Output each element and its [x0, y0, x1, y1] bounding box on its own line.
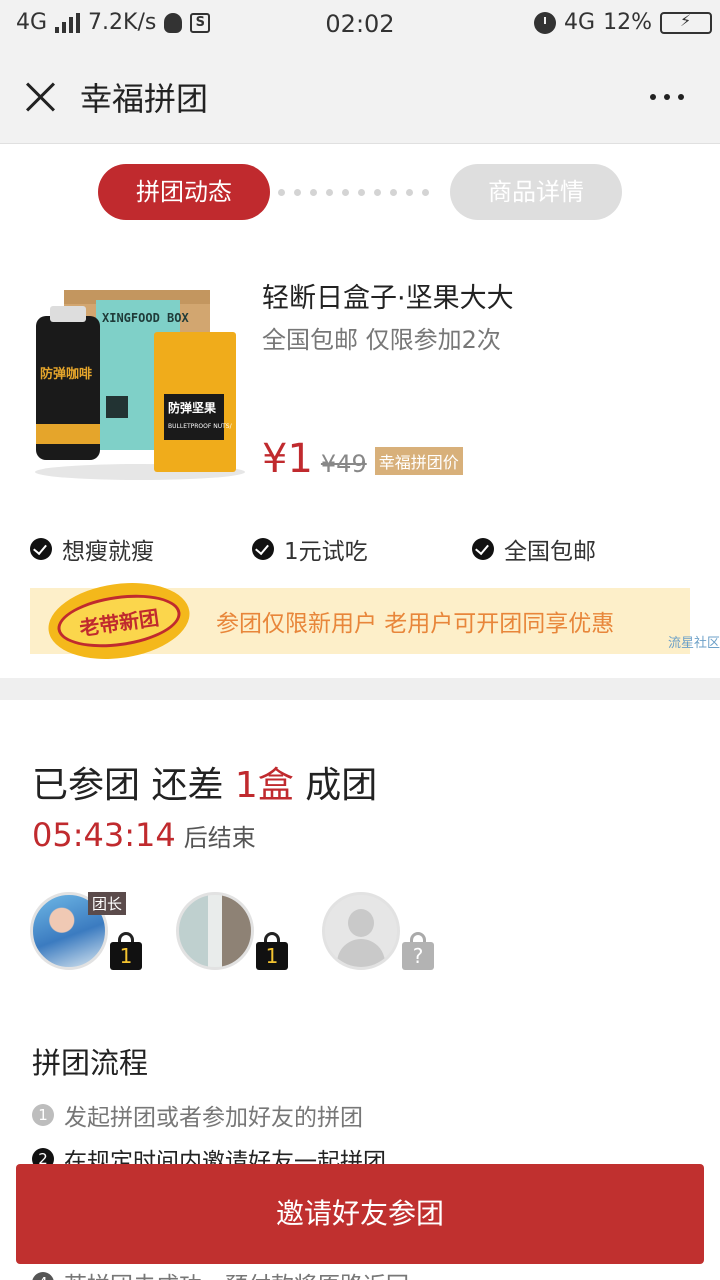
group-status-pre: 已参团 还差 — [32, 765, 235, 806]
feature-list: 想瘦就瘦 1元试吃 全国包邮 — [30, 532, 690, 566]
feature-item: 1元试吃 — [252, 532, 368, 566]
bag-icon: 1 — [110, 932, 142, 970]
check-icon — [30, 538, 52, 560]
process-step: 1 发起拼团或者参加好友的拼团 — [32, 1098, 363, 1132]
product-subtitle: 全国包邮 仅限参加2次 — [262, 326, 501, 354]
process-step: 4 若拼团未成功，预付款将原路返回 — [32, 1266, 409, 1280]
step-text: 若拼团未成功，预付款将原路返回 — [64, 1266, 409, 1280]
bag-count: ? — [402, 942, 434, 970]
avatar[interactable] — [176, 892, 254, 970]
bag-count: 1 — [256, 942, 288, 970]
feature-item: 全国包邮 — [472, 532, 596, 566]
step-number: 4 — [32, 1272, 54, 1280]
countdown-timer: 05:43:14 — [32, 816, 176, 854]
feature-label: 1元试吃 — [284, 539, 368, 565]
original-price: ¥49 — [320, 450, 367, 478]
page-title: 幸福拼团 — [80, 80, 209, 118]
check-icon — [472, 538, 494, 560]
more-icon[interactable] — [650, 94, 684, 100]
product-image[interactable]: XINGFOOD BOX 防弹咖啡 防弹坚果 BULLETPROOF NUTS/ — [30, 276, 250, 486]
title-bar: 幸福拼团 — [0, 50, 720, 144]
battery-icon — [660, 11, 712, 34]
watermark: 流星社区 — [667, 636, 720, 651]
product-name: 轻断日盒子·坚果大大 — [262, 283, 514, 314]
bag-sublabel: BULLETPROOF NUTS/ — [168, 423, 233, 430]
promo-badge: 老带新团 — [43, 574, 195, 668]
current-price: ¥1 — [262, 436, 313, 482]
status-right: 4G 12% — [534, 10, 712, 35]
group-status-title: 已参团 还差 1盒 成团 — [32, 756, 377, 808]
tab-product-detail[interactable]: 商品详情 — [450, 164, 622, 220]
group-status-post: 成团 — [293, 765, 378, 806]
check-icon — [252, 538, 274, 560]
price-row: ¥1 ¥49 幸福拼团价 — [262, 436, 463, 482]
promo-text: 参团仅限新用户 老用户可开团同享优惠 — [216, 611, 615, 637]
bag-icon: ? — [402, 932, 434, 970]
close-icon[interactable] — [24, 80, 56, 112]
promo-banner: 老带新团 参团仅限新用户 老用户可开团同享优惠 — [30, 574, 690, 668]
tab-connector-dots — [278, 189, 429, 196]
section-divider — [0, 678, 720, 700]
tab-group-activity[interactable]: 拼团动态 — [98, 164, 270, 220]
status-bar: 4G 7.2K/s S 02:02 4G 12% — [0, 0, 720, 50]
alarm-icon — [534, 11, 557, 34]
bag-icon: 1 — [256, 932, 288, 970]
step-number: 1 — [32, 1104, 54, 1126]
process-title: 拼团流程 — [32, 1046, 149, 1080]
countdown: 05:43:14 后结束 — [32, 816, 256, 854]
feature-item: 想瘦就瘦 — [30, 532, 154, 566]
bag-label: 防弹坚果 — [168, 400, 216, 415]
promo-badge-label: 老带新团 — [54, 587, 184, 655]
bag-count: 1 — [110, 942, 142, 970]
placeholder-avatar-icon[interactable] — [322, 892, 400, 970]
leader-tag: 团长 — [88, 892, 127, 915]
feature-label: 想瘦就瘦 — [62, 539, 154, 565]
group-status-remaining: 1盒 — [234, 765, 294, 806]
member-slot[interactable]: 1 — [176, 892, 316, 982]
price-tag: 幸福拼团价 — [374, 447, 463, 475]
invite-friends-button[interactable]: 邀请好友参团 — [16, 1164, 704, 1264]
step-text: 发起拼团或者参加好友的拼团 — [64, 1105, 363, 1131]
battery-label: 12% — [603, 10, 652, 35]
member-slot-empty[interactable]: ? — [322, 892, 462, 982]
feature-label: 全国包邮 — [504, 539, 596, 565]
member-slot-leader[interactable]: 团长 1 — [30, 892, 170, 982]
can-label: 防弹咖啡 — [40, 366, 92, 382]
countdown-suffix: 后结束 — [183, 824, 256, 852]
network-right-label: 4G — [564, 10, 596, 35]
box-label-line1: XINGFOOD BOX — [102, 311, 189, 325]
